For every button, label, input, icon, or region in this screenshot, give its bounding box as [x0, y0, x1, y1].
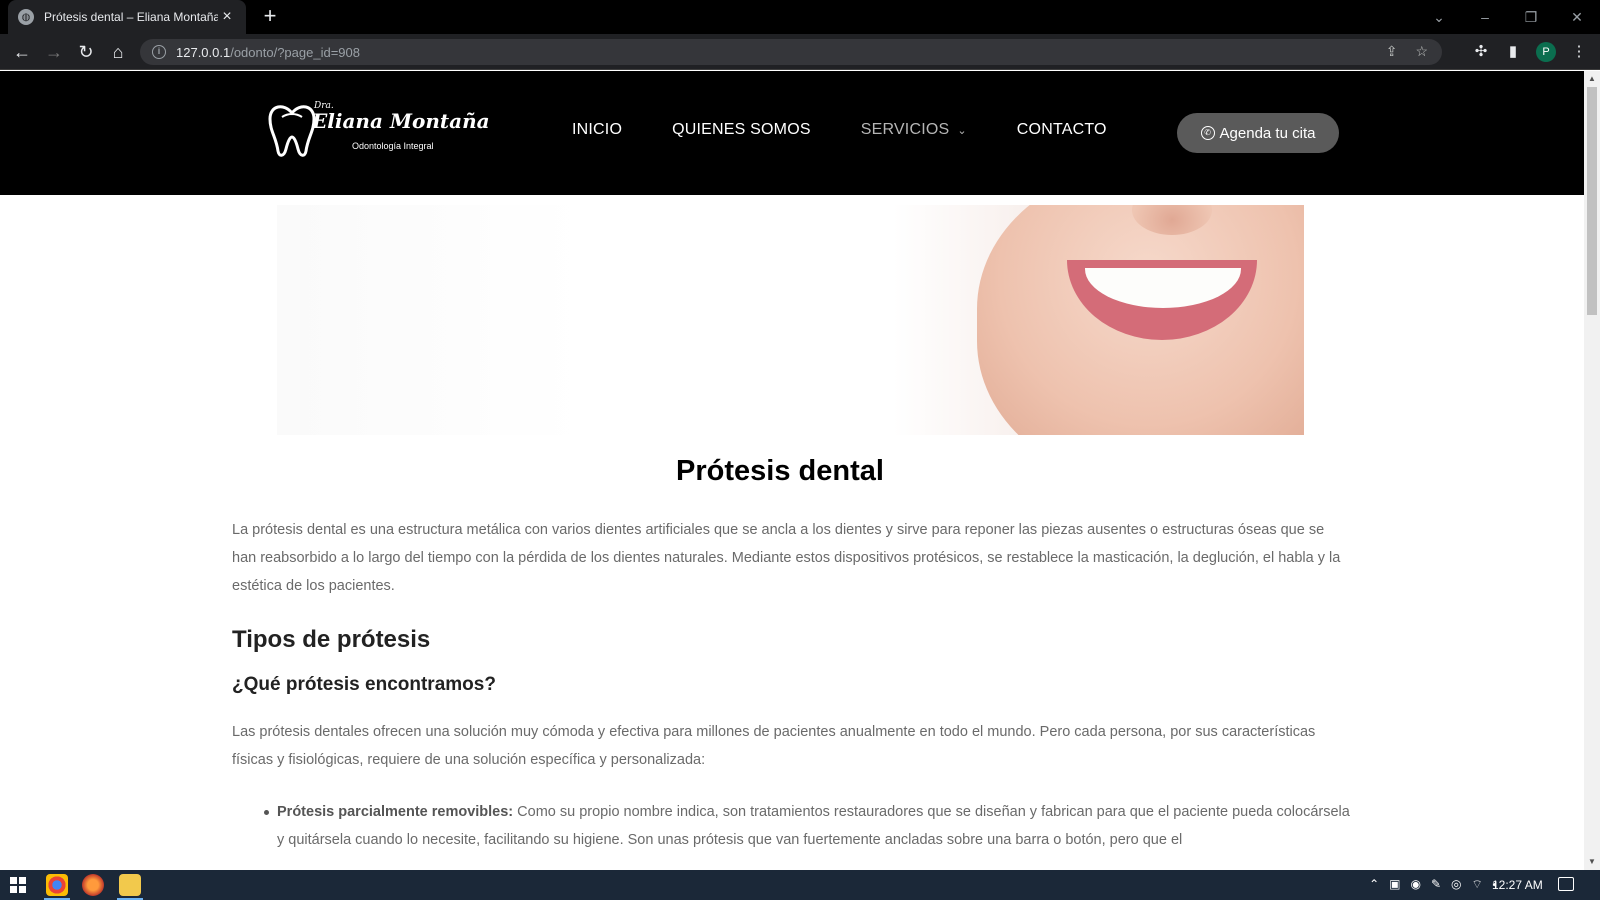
- page-scrollbar[interactable]: ▲ ▼: [1584, 71, 1600, 870]
- new-tab-button[interactable]: +: [258, 4, 282, 28]
- tray-pen-icon[interactable]: ✎: [1431, 877, 1441, 892]
- section-heading: Tipos de prótesis: [232, 626, 431, 653]
- wifi-icon[interactable]: ⌔: [1472, 877, 1483, 892]
- back-icon[interactable]: ←: [10, 40, 34, 64]
- windows-taskbar: ⌃ ▣ ◉ ✎ ◎ ⌔ 🔈︎ 12:27 AM: [0, 870, 1600, 900]
- extensions-icon[interactable]: ✣: [1470, 41, 1492, 63]
- side-panel-icon[interactable]: ▮: [1502, 41, 1524, 63]
- forward-icon[interactable]: →: [42, 40, 66, 64]
- system-tray: ⌃ ▣ ◉ ✎ ◎ ⌔ 🔈︎: [1369, 877, 1500, 892]
- site-info-icon[interactable]: i: [152, 45, 166, 59]
- list-item-term: Prótesis parcialmente removibles:: [277, 804, 514, 820]
- hero-smile-image: [277, 205, 1304, 435]
- menu-kebab-icon[interactable]: ⋮: [1568, 41, 1590, 63]
- nav-servicios[interactable]: SERVICIOS ⌄: [861, 121, 967, 139]
- logo-name: Eliana Montaña: [312, 109, 490, 133]
- scroll-thumb[interactable]: [1587, 87, 1597, 315]
- browser-toolbar: ← → ↻ ⌂ i 127.0.0.1 /odonto/?page_id=908…: [0, 34, 1600, 70]
- types-paragraph: Las prótesis dentales ofrecen una soluci…: [232, 724, 1316, 768]
- scroll-down-arrow-icon[interactable]: ▼: [1584, 854, 1600, 870]
- subsection-heading: ¿Qué prótesis encontramos?: [232, 674, 496, 695]
- nav-servicios-label: SERVICIOS: [860, 121, 950, 138]
- tray-chevron-up-icon[interactable]: ⌃: [1369, 877, 1379, 892]
- windows-start-icon[interactable]: [10, 877, 26, 893]
- profile-avatar[interactable]: P: [1536, 42, 1556, 62]
- prosthesis-list: Prótesis parcialmente removibles: Como s…: [264, 798, 1352, 854]
- site-header: Dra. Eliana Montaña Odontología Integral…: [0, 71, 1584, 195]
- url-path: /odonto/?page_id=908: [230, 44, 360, 60]
- home-icon[interactable]: ⌂: [106, 40, 130, 64]
- agenda-cita-button[interactable]: ✆ Agenda tu cita: [1177, 113, 1339, 153]
- minimize-button[interactable]: –: [1462, 4, 1508, 30]
- logo-subtitle: Odontología Integral: [352, 141, 434, 151]
- nav-quienes-somos[interactable]: QUIENES SOMOS: [672, 121, 811, 139]
- tab-title: Prótesis dental – Eliana Montaña: [44, 10, 218, 24]
- intro-paragraph: La prótesis dental es una estructura met…: [232, 522, 1341, 594]
- close-window-button[interactable]: ✕: [1554, 4, 1600, 30]
- main-nav: INICIO QUIENES SOMOS SERVICIOS ⌄ CONTACT…: [572, 121, 1157, 139]
- restore-button[interactable]: ❐: [1508, 4, 1554, 30]
- tooth-logo-icon: [268, 105, 316, 157]
- browser-tab-strip: ◍ Prótesis dental – Eliana Montaña × + ⌄…: [0, 0, 1600, 34]
- scroll-up-arrow-icon[interactable]: ▲: [1584, 71, 1600, 87]
- page-title: Prótesis dental: [676, 455, 884, 487]
- tray-network-app-icon[interactable]: ◉: [1410, 877, 1420, 892]
- agenda-cita-label: Agenda tu cita: [1219, 124, 1316, 142]
- tray-search-icon[interactable]: ◎: [1451, 877, 1461, 892]
- nav-inicio[interactable]: INICIO: [572, 121, 622, 139]
- whatsapp-icon: ✆: [1200, 126, 1215, 140]
- browser-tab[interactable]: ◍ Prótesis dental – Eliana Montaña ×: [8, 0, 246, 34]
- main-content: Prótesis dental La prótesis dental es un…: [232, 455, 1352, 854]
- address-bar[interactable]: i 127.0.0.1 /odonto/?page_id=908 ⇪ ☆: [140, 39, 1442, 65]
- site-logo[interactable]: Dra. Eliana Montaña Odontología Integral: [268, 101, 490, 171]
- file-explorer-icon[interactable]: [119, 874, 141, 896]
- chrome-icon[interactable]: [46, 874, 68, 896]
- taskbar-clock[interactable]: 12:27 AM: [1492, 878, 1543, 892]
- reload-icon[interactable]: ↻: [74, 40, 98, 64]
- app-icon[interactable]: [82, 874, 104, 896]
- url-host: 127.0.0.1: [176, 44, 231, 60]
- close-tab-icon[interactable]: ×: [218, 8, 236, 26]
- chevron-down-icon: ⌄: [957, 124, 967, 137]
- tray-app-icon[interactable]: ▣: [1389, 877, 1400, 892]
- list-item: Prótesis parcialmente removibles: Como s…: [264, 798, 1352, 854]
- tab-search-icon[interactable]: ⌄: [1416, 4, 1462, 30]
- nav-contacto[interactable]: CONTACTO: [1017, 121, 1107, 139]
- bookmark-star-icon[interactable]: ☆: [1415, 43, 1428, 60]
- globe-icon: ◍: [18, 9, 34, 25]
- notification-center-icon[interactable]: [1558, 877, 1574, 891]
- share-icon[interactable]: ⇪: [1386, 43, 1398, 60]
